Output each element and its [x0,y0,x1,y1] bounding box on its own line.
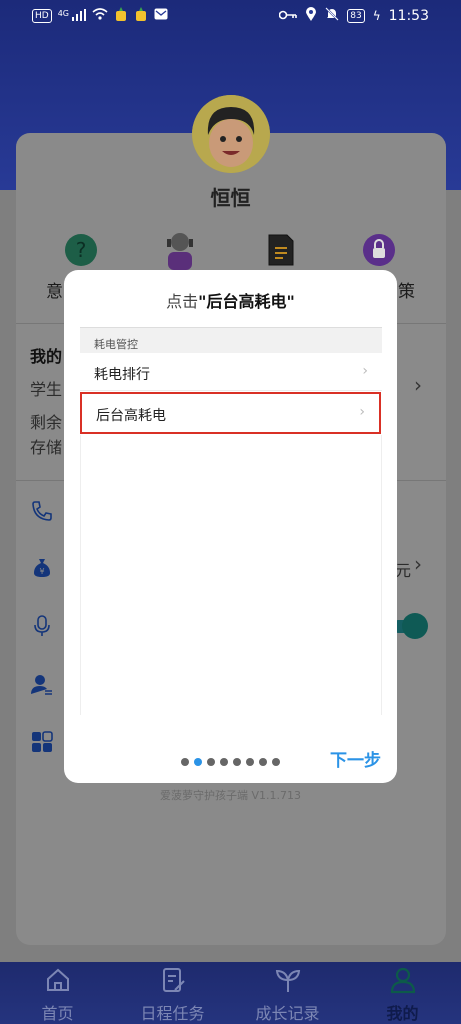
user-name: 恒恒 [210,186,251,210]
page-dot [246,758,254,766]
svg-text:?: ? [76,238,87,262]
quick-label-privacy: 策 [398,282,415,302]
dialog-title-prefix: 点击 [166,292,199,311]
hd-icon: HD [32,9,52,23]
user-switch-icon[interactable] [30,673,54,697]
page-dot [220,758,228,766]
tab-home[interactable]: 首页 [0,962,115,1024]
support-agent-icon [167,233,193,270]
tab-label: 我的 [386,1004,419,1023]
list-item-background-high-power: 后台高耗电 › [80,392,381,434]
info-line-remaining: 剩余 [30,413,63,432]
amount-suffix: 元 [395,561,412,580]
quick-icon-privacy[interactable] [362,233,396,267]
location-icon [305,7,317,25]
question-icon: ? [65,234,97,266]
dialog-title: 点击"后台高耗电" [64,288,397,312]
privacy-lock-icon [363,234,395,266]
page-dot [259,758,267,766]
tab-mine[interactable]: 我的 [345,962,460,1024]
list-item-power-ranking: 耗电排行 › [80,353,382,391]
apps-grid-icon[interactable] [30,730,54,754]
tab-label: 成长记录 [255,1004,320,1023]
money-bag-icon[interactable]: ¥ [30,556,54,580]
dialog-title-highlight: "后台高耗电" [198,292,295,311]
tab-label: 日程任务 [140,1004,205,1023]
info-line-storage: 存储 [30,438,63,457]
toggle-knob [402,613,428,639]
chevron-right-icon: › [362,363,368,379]
signal-icon: 4G [58,8,87,24]
tab-label: 首页 [41,1004,74,1023]
page-dot [272,758,280,766]
tab-schedule[interactable]: 日程任务 [115,962,230,1024]
page-dot [181,758,189,766]
quick-label-feedback: 意 [46,282,63,302]
section-title: 我的 [30,347,63,366]
pineapple-app-icon [134,7,148,25]
charging-icon: ϟ [372,9,381,23]
chevron-right-icon[interactable]: › [414,373,422,397]
phone-icon[interactable] [30,499,54,523]
page-dot-active [194,758,202,766]
list-item-label: 耗电排行 [94,367,150,383]
pineapple-app-icon [114,7,128,25]
wifi-icon [92,8,108,24]
settings-toggle[interactable] [392,613,428,639]
info-line-student: 学生 [30,380,63,399]
page-dot [233,758,241,766]
tab-growth[interactable]: 成长记录 [230,962,345,1024]
guide-dialog: 点击"后台高耗电" 耗电管控 耗电排行 › 后台高耗电 › 下一步 [64,270,397,783]
chevron-right-icon: › [359,404,365,420]
mute-bell-icon [325,7,339,25]
page-indicator [181,758,280,766]
app-version: 爱菠萝守护孩子端 V1.1.713 [159,789,301,802]
user-icon [390,967,416,994]
section-header: 耗电管控 [80,327,382,353]
screen: HD 4G 83 ϟ 11:53 恒恒 ? 意 策 我的 学生 剩余 存储 › … [0,0,461,1024]
clock: 11:53 [388,8,429,24]
quick-icon-feedback[interactable]: ? [64,233,98,267]
quick-icon-support[interactable] [164,230,196,270]
battery-icon: 83 [347,9,365,23]
key-icon [278,8,298,24]
document-icon [268,234,294,266]
next-step-button[interactable]: 下一步 [330,746,381,771]
task-edit-icon [163,968,185,992]
screenshot-empty-area [80,435,382,715]
avatar[interactable] [192,95,270,173]
home-icon [47,968,69,991]
bottom-tab-bar: 首页 日程任务 成长记录 我的 [0,962,461,1024]
guide-screenshot: 耗电管控 耗电排行 › 后台高耗电 › [80,327,382,717]
microphone-icon[interactable] [30,614,54,638]
chevron-right-icon[interactable]: › [414,552,422,576]
sprout-icon [275,969,301,992]
quick-icon-document[interactable] [267,233,295,267]
mail-icon [154,8,168,24]
svg-text:¥: ¥ [39,567,44,576]
list-item-label: 后台高耗电 [96,408,166,424]
page-dot [207,758,215,766]
status-bar: HD 4G 83 ϟ 11:53 [0,0,461,32]
